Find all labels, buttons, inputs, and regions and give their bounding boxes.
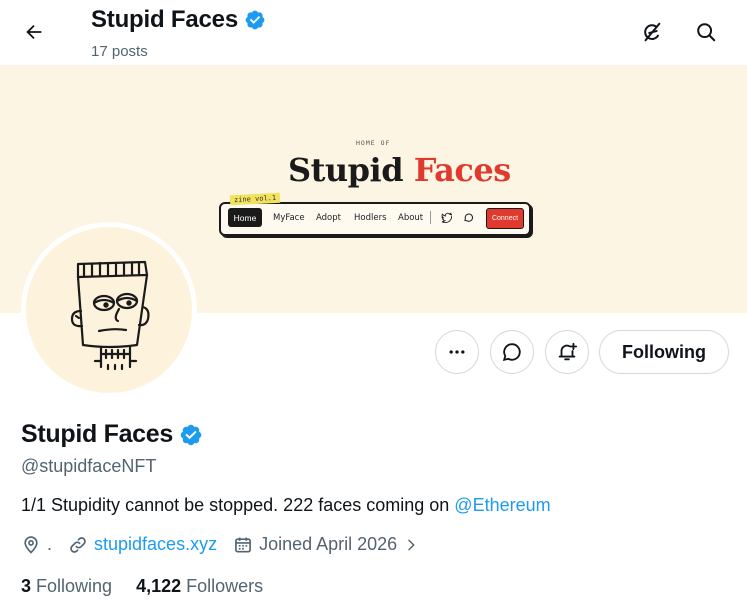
banner-brand-word2: Faces	[413, 151, 512, 189]
frankenstein-face-drawing	[70, 260, 150, 371]
profile-handle: @stupidfaceNFT	[21, 456, 157, 476]
joined-item[interactable]: Joined April 2026	[233, 534, 419, 555]
banner-brand: Stupid Faces	[288, 151, 511, 189]
search-icon	[697, 23, 716, 42]
followers-count-link[interactable]: 4,122 Followers	[136, 576, 263, 597]
banner-nav-divider	[430, 211, 431, 224]
search-button[interactable]	[687, 13, 725, 51]
followers-count: 4,122	[136, 576, 182, 596]
location-icon	[24, 535, 38, 554]
more-options-button[interactable]	[435, 330, 479, 374]
post-count: 17 posts	[91, 43, 148, 60]
website-item: stupidfaces.xyz	[68, 534, 217, 555]
bio-text: 1/1 Stupidity cannot be stopped. 222 fac…	[21, 495, 455, 515]
location-item: .	[21, 534, 52, 555]
banner-home-of: HOME OF	[356, 139, 391, 147]
profile-meta: . stupidfaces.xyz Joined April 2026	[21, 534, 435, 555]
verified-badge-icon	[245, 10, 265, 30]
link-icon	[70, 536, 86, 553]
page-title-text: Stupid Faces	[91, 6, 238, 33]
notifications-button[interactable]	[545, 330, 589, 374]
following-count-link[interactable]: 3 Following	[21, 576, 112, 597]
banner-connect: Connect	[486, 208, 524, 229]
banner-nav-adopt: Adopt	[316, 213, 341, 223]
banner-brand-word1: Stupid	[288, 151, 404, 189]
website-link[interactable]: stupidfaces.xyz	[94, 534, 217, 555]
calendar-icon	[235, 537, 251, 552]
bio-mention-link[interactable]: @Ethereum	[454, 495, 550, 515]
following-label: Following	[36, 576, 113, 596]
back-button[interactable]	[14, 14, 54, 50]
profile-name-text: Stupid Faces	[21, 420, 173, 448]
grok-button[interactable]	[633, 13, 671, 51]
notification-bell-icon	[558, 342, 578, 361]
banner-nav-hodlers: Hodlers	[354, 213, 387, 223]
page-title: Stupid Faces	[91, 6, 266, 34]
back-arrow-icon	[26, 24, 42, 40]
grok-icon	[644, 22, 661, 42]
location-text: .	[47, 534, 53, 554]
twitter-bird-icon	[441, 212, 452, 223]
joined-text: Joined April 2026	[259, 534, 398, 554]
message-button[interactable]	[490, 330, 534, 374]
profile-bio: 1/1 Stupidity cannot be stopped. 222 fac…	[21, 495, 551, 516]
banner-nav-about: About	[398, 213, 424, 223]
following-button[interactable]: Following	[599, 330, 729, 374]
banner-nav-home: Home	[228, 208, 262, 227]
verified-badge-icon[interactable]	[179, 423, 203, 447]
chevron-right-icon	[408, 539, 415, 550]
following-count: 3	[21, 576, 32, 596]
message-icon	[502, 343, 521, 362]
banner-nav-myface: MyFace	[273, 213, 305, 223]
discord-bubble-icon	[464, 213, 474, 222]
avatar[interactable]	[21, 222, 197, 398]
followers-label: Followers	[186, 576, 264, 596]
profile-stats: 3 Following 4,122 Followers	[21, 576, 263, 597]
profile-name: Stupid Faces	[21, 420, 203, 449]
banner-nav: Home MyFace Adopt Hodlers About Connect	[219, 202, 531, 236]
avatar-image	[26, 227, 192, 393]
more-icon	[449, 350, 465, 354]
